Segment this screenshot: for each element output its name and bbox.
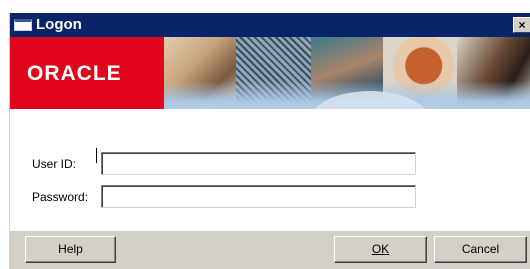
ok-button[interactable]: OK bbox=[334, 236, 427, 263]
password-input[interactable] bbox=[101, 185, 416, 208]
close-button[interactable]: × bbox=[513, 17, 530, 33]
user-id-label: User ID: bbox=[32, 157, 77, 171]
window-title: Logon bbox=[36, 16, 82, 33]
cancel-button-label: Cancel bbox=[461, 242, 500, 256]
close-icon: × bbox=[518, 18, 526, 32]
oracle-banner: ORACLE bbox=[10, 37, 530, 109]
oracle-logo: ORACLE bbox=[10, 37, 164, 109]
oracle-logo-text: ORACLE bbox=[27, 62, 122, 85]
help-button[interactable]: Help bbox=[25, 236, 116, 263]
logon-dialog: Logon × ORACLE User ID: Password: Help O… bbox=[9, 13, 530, 269]
help-button-label: Help bbox=[58, 242, 83, 256]
login-form: User ID: Password: bbox=[10, 109, 530, 230]
title-bar[interactable]: Logon × bbox=[10, 13, 530, 37]
password-label: Password: bbox=[32, 190, 89, 204]
ok-button-label: OK bbox=[371, 242, 390, 256]
button-bar: Help OK Cancel bbox=[10, 230, 530, 269]
cancel-button[interactable]: Cancel bbox=[434, 236, 527, 263]
user-id-input[interactable] bbox=[101, 152, 416, 175]
text-cursor bbox=[96, 148, 97, 163]
window-icon bbox=[14, 19, 32, 31]
